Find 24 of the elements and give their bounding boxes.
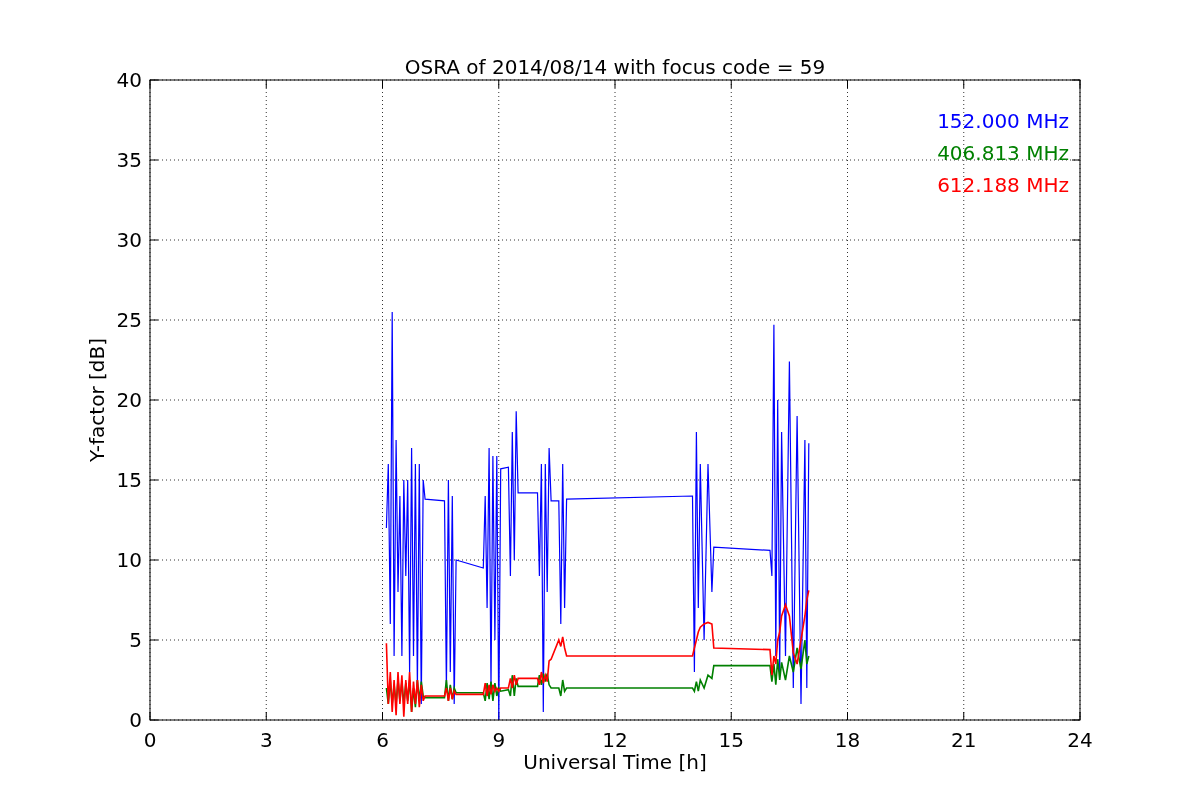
y-tick-label: 40: [116, 68, 142, 92]
x-tick-label: 15: [718, 728, 744, 752]
y-tick-label: 20: [116, 388, 142, 412]
x-axis-label: Universal Time [h]: [523, 750, 707, 774]
y-tick-label: 25: [116, 308, 142, 332]
legend-label: 406.813 MHz: [937, 141, 1069, 165]
legend-label: 612.188 MHz: [937, 173, 1069, 197]
x-tick-label: 18: [834, 728, 861, 752]
x-tick-label: 0: [143, 728, 157, 752]
legend-label: 152.000 MHz: [937, 109, 1069, 133]
x-tick-label: 9: [492, 728, 506, 752]
y-tick-label: 35: [116, 148, 142, 172]
y-tick-label: 5: [129, 628, 142, 652]
x-tick-label: 6: [376, 728, 389, 752]
y-axis-label: Y-factor [dB]: [85, 338, 109, 462]
y-tick-label: 30: [116, 228, 142, 252]
x-tick-label: 3: [259, 728, 273, 752]
chart-title: OSRA of 2014/08/14 with focus code = 59: [404, 55, 826, 79]
x-tick-label: 12: [602, 728, 628, 752]
x-tick-label: 24: [1067, 728, 1093, 752]
y-tick-label: 10: [116, 548, 142, 572]
y-tick-label: 15: [116, 468, 142, 492]
x-tick-label: 21: [951, 728, 977, 752]
y-tick-label: 0: [129, 708, 142, 732]
